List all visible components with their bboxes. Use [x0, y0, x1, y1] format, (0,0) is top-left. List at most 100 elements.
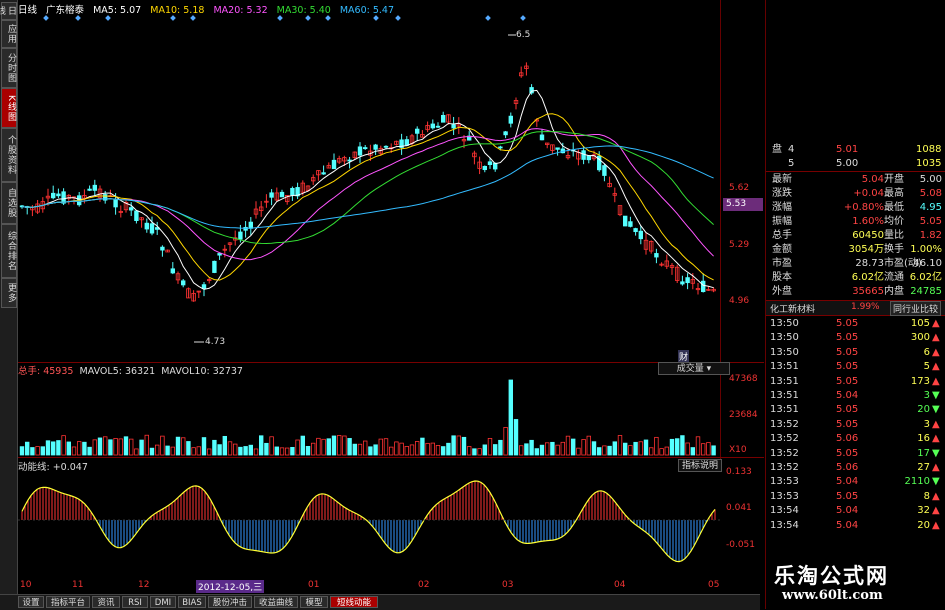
tab-intraday[interactable]: 分时图 [1, 48, 17, 88]
quote-stat-row: 振幅 1.60% 均价 5.05 [766, 215, 945, 229]
tab-rsi[interactable]: RSI [122, 596, 148, 608]
volume-axis-tick: X10 [729, 445, 747, 455]
candle [581, 150, 586, 160]
arrow-up-icon: ▲ [932, 346, 940, 358]
volume-bar [357, 443, 363, 456]
tab-bias[interactable]: BIAS [178, 596, 206, 608]
industry-name: 化工新材料 [770, 305, 816, 315]
watermark-title: 乐淘公式网 [774, 564, 889, 588]
kline-chart[interactable] [18, 0, 720, 580]
order-book-price: 5.00 [836, 158, 859, 169]
low-price-label: 4.73 [205, 337, 226, 347]
tick-row: 13:53 5.05 8 ▲ [766, 490, 945, 504]
tab-watchlist[interactable]: 自选股 [1, 182, 17, 224]
volume-bar [446, 442, 451, 456]
volume-bar [586, 435, 591, 456]
volume-bar [336, 435, 342, 456]
volume-bar [196, 446, 201, 456]
volume-bar [129, 438, 134, 456]
tab-model[interactable]: 模型 [300, 596, 328, 608]
tick-volume: 20 [917, 519, 930, 531]
candle [503, 131, 508, 136]
volume-bar [92, 439, 97, 456]
candle [373, 144, 378, 150]
volume-bar [300, 435, 305, 456]
quote-stat-row: 最新 5.04 开盘 5.00 [766, 173, 945, 187]
volume-bar [154, 444, 160, 456]
indicator-selector[interactable]: 成交量 ▾ [658, 362, 730, 375]
tab-indicator-platform[interactable]: 指标平台 [46, 596, 90, 608]
arrow-up-icon: ▲ [932, 519, 940, 531]
tab-more[interactable]: 更多 [1, 278, 17, 308]
tick-time: 13:54 [770, 505, 799, 517]
stat-value: 35665 [852, 286, 884, 297]
volume-bar [675, 438, 680, 456]
tab-return-curve[interactable]: 收益曲线 [254, 596, 298, 608]
candle [321, 172, 326, 175]
volume-bar [695, 436, 701, 456]
volume-bar [45, 440, 51, 456]
order-book-row: 盘 4 5.01 1088 [766, 143, 945, 157]
order-book-label: 盘 [772, 144, 782, 155]
dn-axis-tick: 0.133 [726, 467, 752, 477]
volume-bar [258, 435, 264, 456]
tick-time: 13:51 [770, 404, 799, 416]
indicator-help-button[interactable]: 指标说明 [678, 459, 722, 472]
tab-settings[interactable]: 设置 [18, 596, 44, 608]
industry-compare-button[interactable]: 同行业比较 [890, 301, 942, 316]
volume-bar [477, 448, 482, 456]
arrow-up-icon: ▲ [932, 418, 940, 430]
volume-bar [222, 435, 227, 456]
volume-bar [394, 441, 399, 456]
arrow-up-icon: ▲ [932, 505, 940, 517]
tab-short-momentum[interactable]: 短线动能 [330, 596, 378, 608]
tick-row: 13:53 5.04 2110 ▼ [766, 475, 945, 489]
arrow-up-icon: ▲ [932, 361, 940, 373]
tick-volume: 17 [917, 447, 930, 459]
tab-share-impact[interactable]: 股份冲击 [208, 596, 252, 608]
tick-row: 13:52 5.06 27 ▲ [766, 461, 945, 475]
time-tick: 04 [614, 580, 626, 590]
volume-bar [388, 446, 394, 456]
tick-time: 13:50 [770, 318, 799, 329]
stat-label: 振幅 [772, 216, 792, 227]
volume-bar [217, 444, 222, 456]
arrow-down-icon: ▼ [932, 447, 940, 459]
volume-bar [97, 437, 103, 456]
tab-kline[interactable]: K线图 [1, 88, 17, 128]
volume-bar [295, 439, 300, 456]
tab-stock-info[interactable]: 个股资料 [1, 128, 17, 182]
stat-value: 1.60% [852, 216, 884, 227]
volume-bar [347, 438, 352, 456]
tick-volume: 6 [923, 346, 930, 358]
volume-bar [180, 437, 186, 456]
volume-bar [342, 435, 347, 456]
candle [633, 228, 638, 233]
candle [623, 215, 628, 227]
high-price-label: 6.5 [516, 30, 531, 40]
candle [357, 146, 363, 156]
signal-diamond [170, 15, 176, 21]
time-tick: 03 [502, 580, 514, 590]
left-tab-strip: 日线 应用 分时图 K线图 个股资料 自选股 综合排名 更多 [0, 0, 18, 600]
candle [56, 193, 61, 197]
stat-value: 24785 [910, 286, 942, 297]
volume-bar [420, 437, 425, 456]
divider [18, 457, 764, 458]
candle [383, 145, 389, 148]
tab-daily[interactable]: 日线 [0, 2, 17, 20]
tab-ranking[interactable]: 综合排名 [1, 224, 17, 278]
volume-bar [669, 438, 675, 456]
indicator-selector-label: 成交量 [676, 364, 704, 374]
volume-bar [492, 444, 498, 456]
volume-bar [368, 446, 373, 456]
stat-label: 股本 [772, 272, 792, 283]
tab-news[interactable]: 资讯 [92, 596, 120, 608]
volume-bar [701, 443, 706, 456]
candle [628, 221, 633, 227]
tick-price: 5.06 [836, 433, 859, 445]
tab-apps[interactable]: 应用 [1, 20, 17, 48]
signal-diamond [105, 15, 111, 21]
volume-bar [264, 442, 269, 456]
tab-dmi[interactable]: DMI [150, 596, 176, 608]
